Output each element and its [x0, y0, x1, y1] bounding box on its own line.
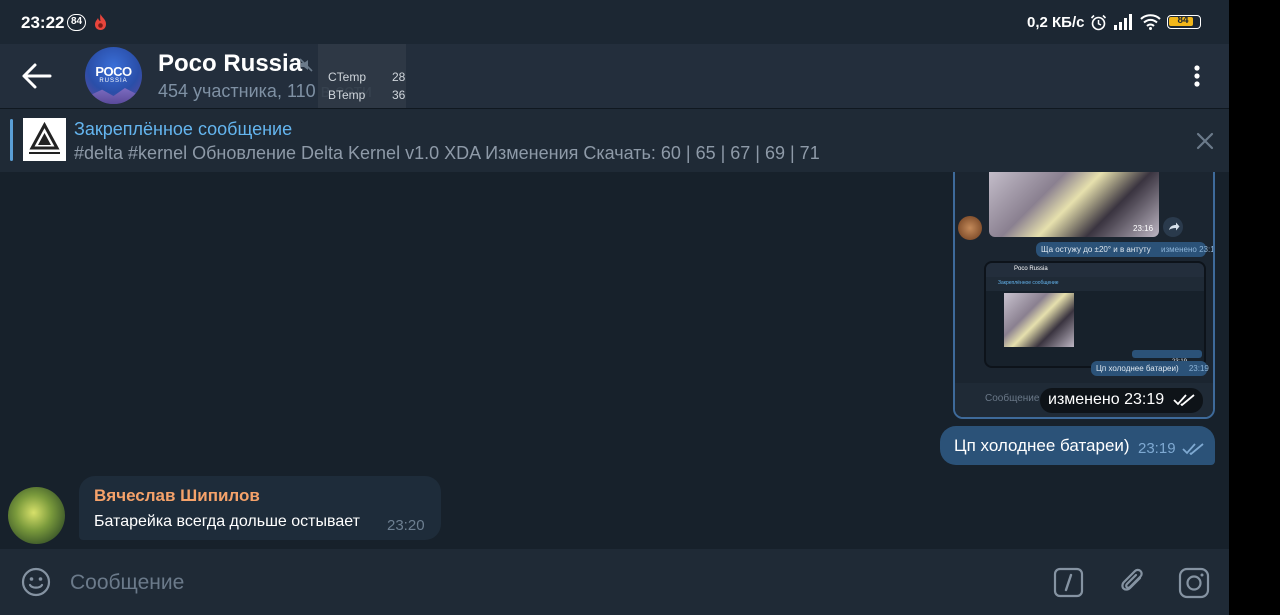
pinned-title: Закреплённое сообщение	[74, 119, 293, 139]
telegram-chat-screen: 23:22 84 0,2 КБ/с 84 POCO RUSSIA Poco Ru…	[0, 0, 1229, 615]
nested-pinned: Закреплённое сообщение	[986, 277, 1204, 291]
temp-value: 28	[392, 70, 406, 84]
sender-name[interactable]: Вячеслав Шипилов	[94, 486, 260, 506]
incoming-message[interactable]: Вячеслав Шипилов Батарейка всегда дольше…	[79, 476, 441, 540]
temperature-overlay: CTemp 28 BTemp 36	[318, 44, 406, 110]
message-time: 23:20	[387, 517, 425, 534]
pinned-message-bar[interactable]: Закреплённое сообщение #delta #kernel Об…	[0, 108, 1229, 172]
mute-icon	[299, 58, 313, 72]
temp-label: BTemp	[328, 88, 366, 102]
delta-logo-icon	[29, 121, 60, 154]
message-input[interactable]	[70, 569, 970, 597]
status-time: 23:22	[21, 13, 65, 32]
screenshot-bubble-meta: изменено 23:17	[1161, 245, 1215, 254]
edited-time-label: изменено 23:19	[1048, 391, 1165, 408]
double-check-icon	[1172, 394, 1195, 406]
temp-row-ctemp: CTemp 28	[328, 70, 406, 88]
more-vertical-icon[interactable]	[1186, 62, 1208, 90]
outgoing-message[interactable]: Цп холоднее батареи) 23:19	[940, 426, 1215, 465]
battery-indicator: 84	[1167, 15, 1201, 29]
emoji-icon[interactable]	[21, 567, 51, 597]
signal-icon	[1114, 14, 1132, 30]
alarm-icon	[1090, 14, 1107, 31]
flame-icon	[95, 14, 106, 30]
screenshot-bubble-2-text: Цп холоднее батареи)	[1096, 364, 1179, 373]
close-icon[interactable]	[1195, 131, 1215, 151]
screenshot-bubble-2-meta: 23:19	[1188, 364, 1209, 373]
screen-edge	[1229, 0, 1280, 615]
bot-command-icon[interactable]	[1053, 567, 1084, 598]
status-bar: 23:22 84 0,2 КБ/с 84	[0, 0, 1229, 44]
chat-avatar[interactable]: POCO RUSSIA	[85, 47, 142, 104]
nested-bubble	[1132, 350, 1202, 358]
pinned-accent-bar	[10, 119, 13, 161]
pinned-text: #delta #kernel Обновление Delta Kernel v…	[74, 143, 820, 163]
double-check-icon	[1182, 443, 1204, 455]
message-input-bar	[0, 549, 1229, 615]
temp-value: 36	[392, 88, 406, 102]
avatar-mountain-graphic	[85, 88, 142, 104]
avatar-logo-subtext: RUSSIA	[99, 78, 128, 84]
battery-level: 84	[1177, 15, 1189, 26]
nested-screenshot: Poco Russia Закреплённое сообщение 23:19	[984, 261, 1206, 368]
screenshot-share-icon	[1163, 217, 1183, 237]
screenshot-image-message[interactable]: 23:16 Ща остужу до ±20° и в антуту измен…	[953, 172, 1215, 419]
avatar-logo-text: POCO	[95, 64, 132, 79]
screenshot-bubble: Ща остужу до ±20° и в антуту изменено 23…	[1036, 242, 1213, 257]
screenshot-bubble-2: Цп холоднее батареи) 23:19	[1091, 361, 1209, 376]
message-edited-caption: изменено 23:19	[1040, 388, 1203, 413]
message-list[interactable]: 23:16 Ща остужу до ±20° и в антуту измен…	[0, 172, 1229, 549]
screenshot-bubble-text: Ща остужу до ±20° и в антуту	[1041, 245, 1151, 254]
nested-header: Poco Russia	[986, 263, 1204, 277]
attach-icon[interactable]	[1118, 566, 1148, 598]
message-text: Цп холоднее батареи)	[954, 436, 1130, 455]
chat-title[interactable]: Poco Russia	[158, 50, 302, 78]
pinned-thumbnail	[23, 118, 66, 161]
screenshot-avatar	[958, 216, 982, 240]
nested-video-frame	[1004, 293, 1074, 347]
chat-header: POCO RUSSIA Poco Russia 454 участника, 1…	[0, 44, 1229, 110]
camera-icon[interactable]	[1178, 567, 1210, 599]
temp-row-btemp: BTemp 36	[328, 88, 406, 106]
message-time: 23:19	[1138, 440, 1176, 457]
sender-avatar[interactable]	[8, 487, 65, 544]
network-speed: 0,2 КБ/с	[1027, 14, 1085, 31]
temp-label: CTemp	[328, 70, 367, 84]
back-arrow-icon[interactable]	[20, 62, 54, 90]
wifi-icon	[1140, 14, 1161, 30]
screenshot-time: 23:16	[1133, 224, 1154, 233]
message-text: Батарейка всегда дольше остывает	[94, 513, 360, 530]
notification-badge: 84	[67, 14, 86, 31]
